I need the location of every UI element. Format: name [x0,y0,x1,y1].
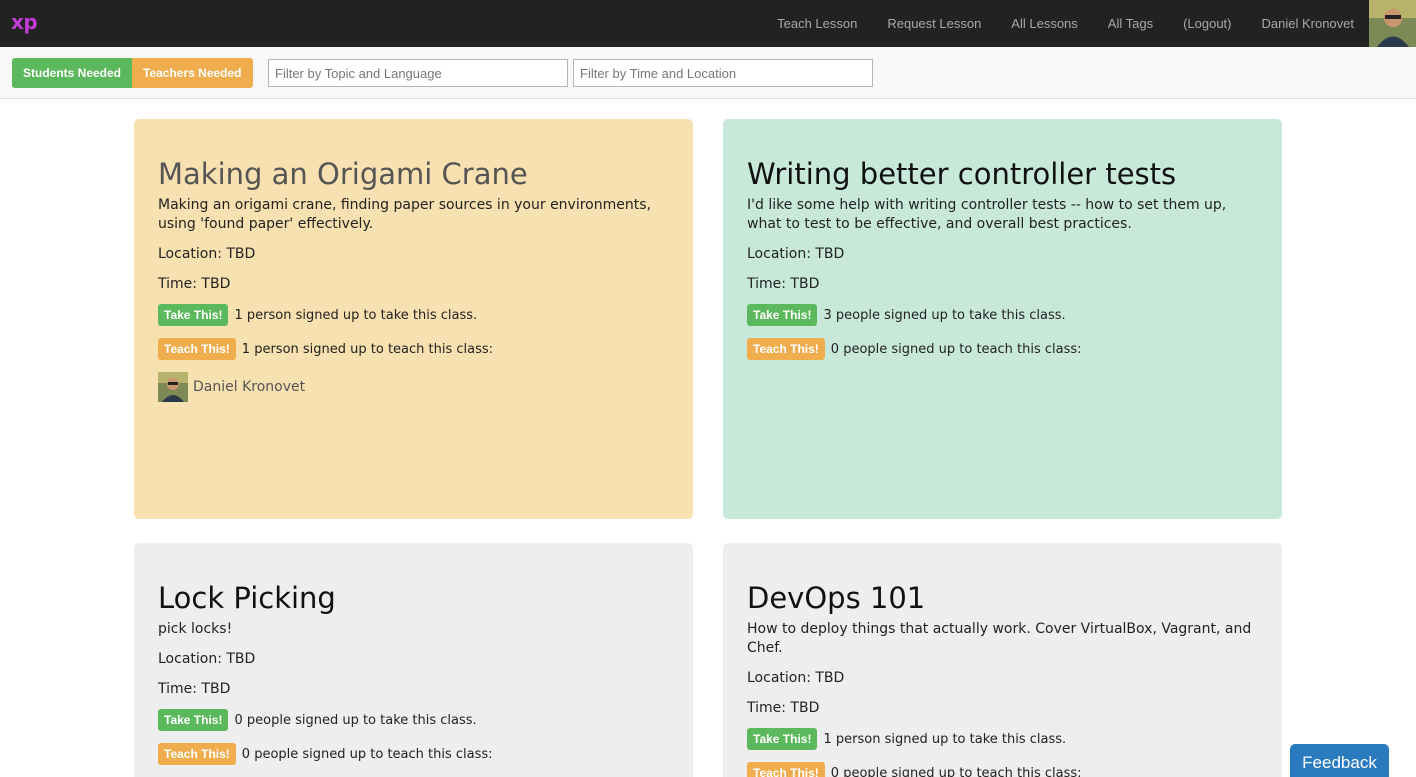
teacher-name[interactable]: Daniel Kronovet [193,379,305,395]
lesson-description: How to deploy things that actually work.… [747,621,1252,656]
teach-this-button[interactable]: Teach This! [158,338,236,360]
avatar-photo-icon [158,372,188,402]
lesson-description: Making an origami crane, finding paper s… [158,197,651,232]
teach-signup-row: Teach This! 1 person signed up to teach … [158,338,669,360]
take-this-button[interactable]: Take This! [158,709,229,731]
teach-signup-row: Teach This! 0 people signed up to teach … [747,338,1258,360]
need-filter-group: Students Needed Teachers Needed [12,58,253,88]
take-count-text: 0 people signed up to take this class. [234,712,477,728]
teach-this-button[interactable]: Teach This! [747,338,825,360]
lesson-time: Time: TBD [747,700,820,716]
teach-this-button[interactable]: Teach This! [747,762,825,777]
nav-logout[interactable]: (Logout) [1183,16,1231,31]
lesson-location: Location: TBD [158,651,256,667]
lesson-location: Location: TBD [747,246,845,262]
lesson-card: DevOps 101 How to deploy things that act… [723,543,1282,777]
take-signup-row: Take This! 1 person signed up to take th… [747,728,1258,750]
lesson-location: Location: TBD [158,246,256,262]
teach-this-button[interactable]: Teach This! [158,743,236,765]
lesson-description: pick locks! [158,621,233,637]
avatar-photo-icon [1369,0,1416,47]
nav-links: Teach Lesson Request Lesson All Lessons … [747,0,1354,47]
lesson-title[interactable]: Writing better controller tests [747,157,1258,191]
time-location-filter-input[interactable] [573,59,873,87]
lesson-time: Time: TBD [747,276,820,292]
lesson-description: I'd like some help with writing controll… [747,197,1227,232]
brand-logo[interactable]: xp [11,10,38,34]
teacher-entry[interactable]: Daniel Kronovet [158,372,669,402]
lesson-title[interactable]: DevOps 101 [747,581,1258,615]
teach-count-text: 0 people signed up to teach this class: [830,341,1082,357]
teachers-needed-button[interactable]: Teachers Needed [132,58,253,88]
lesson-card: Making an Origami Crane Making an origam… [134,119,693,519]
students-needed-button[interactable]: Students Needed [12,58,133,88]
nav-all-tags[interactable]: All Tags [1108,16,1153,31]
feedback-button[interactable]: Feedback [1290,744,1389,777]
take-this-button[interactable]: Take This! [158,304,229,326]
take-this-button[interactable]: Take This! [747,728,818,750]
nav-teach-lesson[interactable]: Teach Lesson [777,16,857,31]
lesson-title[interactable]: Making an Origami Crane [158,157,669,191]
lesson-title[interactable]: Lock Picking [158,581,669,615]
filter-bar: Students Needed Teachers Needed [0,47,1416,99]
lesson-location: Location: TBD [747,670,845,686]
teach-count-text: 1 person signed up to teach this class: [241,341,494,357]
lesson-card: Lock Picking pick locks! Location: TBD T… [134,543,693,777]
teach-signup-row: Teach This! 0 people signed up to teach … [747,762,1258,777]
take-signup-row: Take This! 1 person signed up to take th… [158,304,669,326]
take-this-button[interactable]: Take This! [747,304,818,326]
teach-count-text: 0 people signed up to teach this class: [830,765,1082,777]
topic-filter-input[interactable] [268,59,568,87]
teach-signup-row: Teach This! 0 people signed up to teach … [158,743,669,765]
teach-count-text: 0 people signed up to teach this class: [241,746,493,762]
nav-user-name[interactable]: Daniel Kronovet [1262,16,1355,31]
take-count-text: 3 people signed up to take this class. [823,307,1066,323]
lesson-card: Writing better controller tests I'd like… [723,119,1282,519]
lesson-time: Time: TBD [158,681,231,697]
teacher-avatar [158,372,188,402]
lesson-time: Time: TBD [158,276,231,292]
nav-all-lessons[interactable]: All Lessons [1011,16,1077,31]
take-signup-row: Take This! 3 people signed up to take th… [747,304,1258,326]
top-navbar: xp Teach Lesson Request Lesson All Lesso… [0,0,1416,47]
nav-request-lesson[interactable]: Request Lesson [887,16,981,31]
user-avatar[interactable] [1369,0,1416,47]
take-count-text: 1 person signed up to take this class. [823,731,1067,747]
take-signup-row: Take This! 0 people signed up to take th… [158,709,669,731]
take-count-text: 1 person signed up to take this class. [234,307,478,323]
